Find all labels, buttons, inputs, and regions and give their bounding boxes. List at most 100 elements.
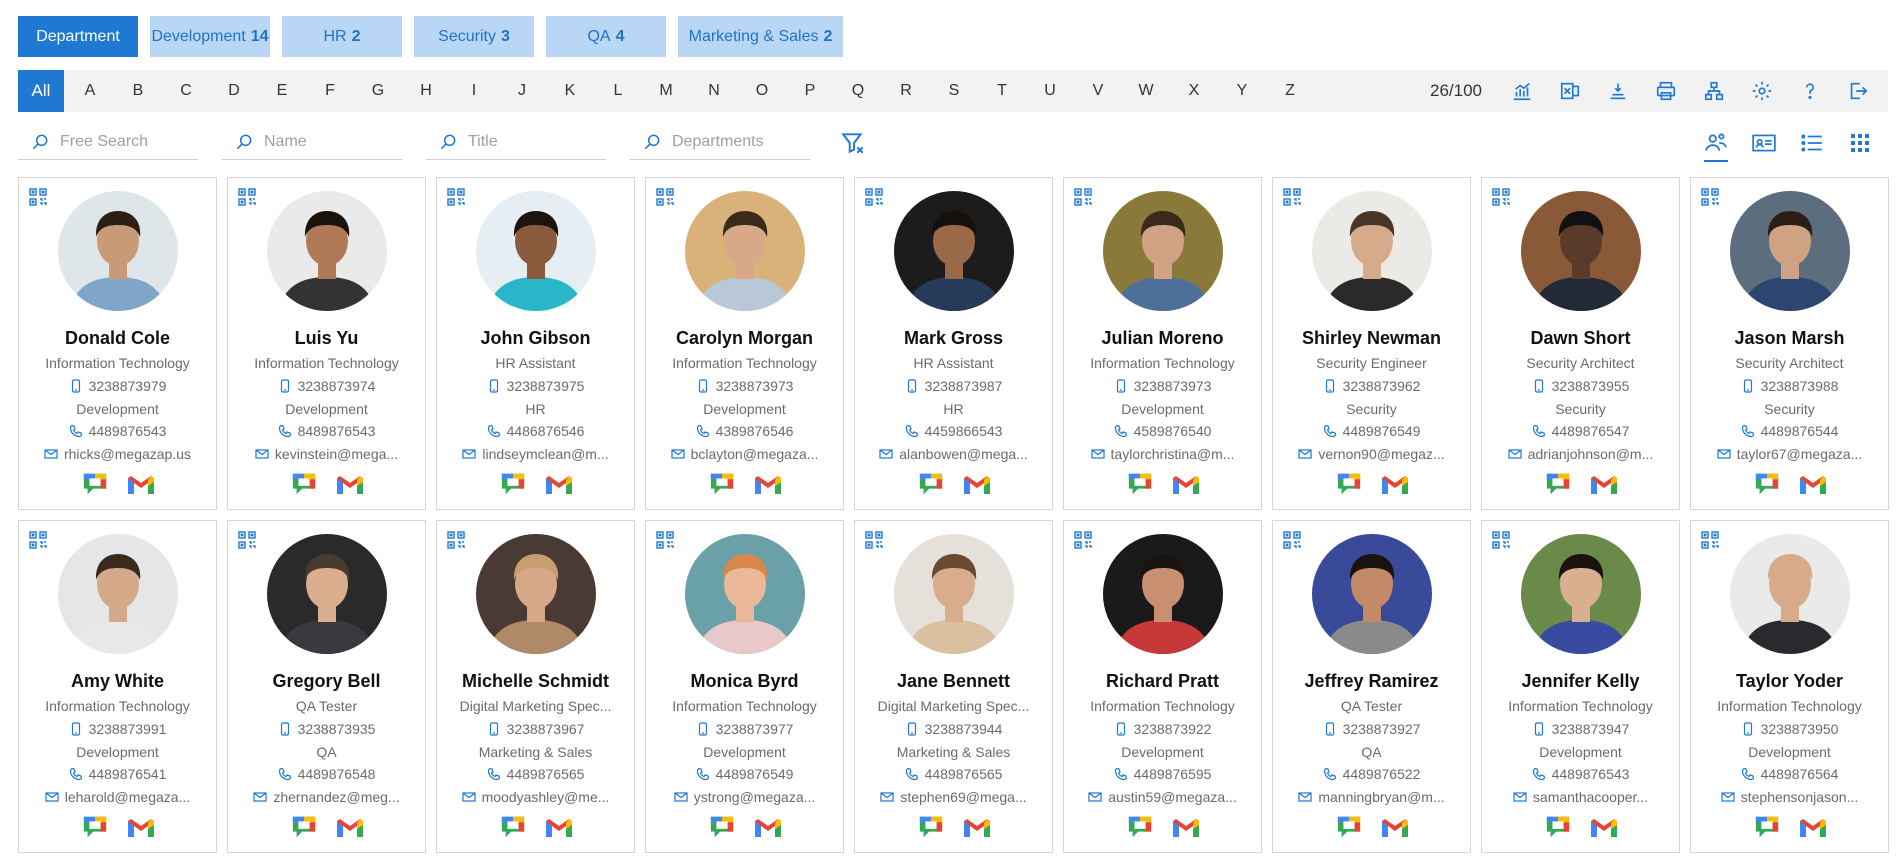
employee-phone-row[interactable]: 4489876595: [1064, 766, 1261, 782]
employee-email-row[interactable]: samanthacooper...: [1482, 789, 1679, 805]
alphabet-letter-i[interactable]: I: [450, 82, 498, 100]
employee-phone-row[interactable]: 4489876543: [19, 423, 216, 439]
free-search-input[interactable]: [58, 132, 192, 152]
google-chat-icon[interactable]: [498, 471, 528, 497]
alphabet-letter-z[interactable]: Z: [1266, 82, 1314, 100]
employee-card[interactable]: Monica Byrd Information Technology 32388…: [645, 520, 844, 853]
employee-mobile-row[interactable]: 3238873988: [1691, 378, 1888, 394]
qr-code-icon[interactable]: [29, 188, 47, 206]
gmail-icon[interactable]: [126, 471, 156, 497]
employee-email-row[interactable]: lindseymclean@m...: [437, 446, 634, 462]
employee-name[interactable]: Michelle Schmidt: [437, 671, 634, 692]
alphabet-letter-y[interactable]: Y: [1218, 82, 1266, 100]
print-icon[interactable]: [1642, 70, 1690, 112]
excel-export-icon[interactable]: [1546, 70, 1594, 112]
sort-icon[interactable]: [1594, 70, 1642, 112]
employee-email-row[interactable]: alanbowen@mega...: [855, 446, 1052, 462]
google-chat-icon[interactable]: [1543, 471, 1573, 497]
alphabet-letter-d[interactable]: D: [210, 82, 258, 100]
google-chat-icon[interactable]: [707, 814, 737, 840]
employee-name[interactable]: John Gibson: [437, 328, 634, 349]
employee-email-row[interactable]: zhernandez@meg...: [228, 789, 425, 805]
alphabet-letter-k[interactable]: K: [546, 82, 594, 100]
employee-card[interactable]: Jeffrey Ramirez QA Tester 3238873927 QA …: [1272, 520, 1471, 853]
google-chat-icon[interactable]: [289, 814, 319, 840]
employee-email-row[interactable]: bclayton@megaza...: [646, 446, 843, 462]
employee-name[interactable]: Dawn Short: [1482, 328, 1679, 349]
employee-email-row[interactable]: stephensonjason...: [1691, 789, 1888, 805]
alphabet-letter-m[interactable]: M: [642, 82, 690, 100]
gmail-icon[interactable]: [1589, 814, 1619, 840]
alphabet-letter-l[interactable]: L: [594, 82, 642, 100]
employee-mobile-row[interactable]: 3238873950: [1691, 721, 1888, 737]
google-chat-icon[interactable]: [1334, 814, 1364, 840]
employee-email-row[interactable]: stephen69@mega...: [855, 789, 1052, 805]
employee-mobile-row[interactable]: 3238873973: [646, 378, 843, 394]
department-chip-all[interactable]: Department: [18, 16, 138, 57]
qr-code-icon[interactable]: [1283, 531, 1301, 549]
department-chip-marketing-sales[interactable]: Marketing & Sales 2: [678, 16, 843, 57]
employee-phone-row[interactable]: 4489876564: [1691, 766, 1888, 782]
employee-phone-row[interactable]: 4489876548: [228, 766, 425, 782]
alphabet-letter-n[interactable]: N: [690, 82, 738, 100]
department-chip-qa[interactable]: QA 4: [546, 16, 666, 57]
employee-card[interactable]: Donald Cole Information Technology 32388…: [18, 177, 217, 510]
alphabet-letter-t[interactable]: T: [978, 82, 1026, 100]
employee-card[interactable]: John Gibson HR Assistant 3238873975 HR 4…: [436, 177, 635, 510]
employee-card[interactable]: Jason Marsh Security Architect 323887398…: [1690, 177, 1889, 510]
google-chat-icon[interactable]: [498, 814, 528, 840]
employee-mobile-row[interactable]: 3238873935: [228, 721, 425, 737]
employee-name[interactable]: Donald Cole: [19, 328, 216, 349]
alphabet-letter-x[interactable]: X: [1170, 82, 1218, 100]
department-chip-development[interactable]: Development 14: [150, 16, 270, 57]
employee-name[interactable]: Monica Byrd: [646, 671, 843, 692]
contact-card-view-icon[interactable]: [1740, 124, 1788, 162]
alphabet-letter-q[interactable]: Q: [834, 82, 882, 100]
chart-icon[interactable]: [1498, 70, 1546, 112]
gmail-icon[interactable]: [335, 471, 365, 497]
gmail-icon[interactable]: [1380, 814, 1410, 840]
employee-name[interactable]: Luis Yu: [228, 328, 425, 349]
employee-email-row[interactable]: taylorchristina@m...: [1064, 446, 1261, 462]
employee-mobile-row[interactable]: 3238873979: [19, 378, 216, 394]
gmail-icon[interactable]: [1380, 471, 1410, 497]
employee-mobile-row[interactable]: 3238873962: [1273, 378, 1470, 394]
card-view-icon[interactable]: [1692, 124, 1740, 162]
employee-card[interactable]: Richard Pratt Information Technology 323…: [1063, 520, 1262, 853]
google-chat-icon[interactable]: [916, 471, 946, 497]
employee-mobile-row[interactable]: 3238873987: [855, 378, 1052, 394]
employee-card[interactable]: Taylor Yoder Information Technology 3238…: [1690, 520, 1889, 853]
employee-mobile-row[interactable]: 3238873955: [1482, 378, 1679, 394]
employee-name[interactable]: Mark Gross: [855, 328, 1052, 349]
employee-card[interactable]: Luis Yu Information Technology 323887397…: [227, 177, 426, 510]
title-search-input[interactable]: [466, 132, 600, 152]
employee-name[interactable]: Jennifer Kelly: [1482, 671, 1679, 692]
employee-card[interactable]: Michelle Schmidt Digital Marketing Spec.…: [436, 520, 635, 853]
employee-card[interactable]: Carolyn Morgan Information Technology 32…: [645, 177, 844, 510]
qr-code-icon[interactable]: [865, 531, 883, 549]
employee-mobile-row[interactable]: 3238873922: [1064, 721, 1261, 737]
alphabet-letter-p[interactable]: P: [786, 82, 834, 100]
departments-search-input[interactable]: [670, 132, 804, 152]
qr-code-icon[interactable]: [29, 531, 47, 549]
employee-phone-row[interactable]: 4389876546: [646, 423, 843, 439]
employee-phone-row[interactable]: 4489876544: [1691, 423, 1888, 439]
qr-code-icon[interactable]: [238, 531, 256, 549]
employee-phone-row[interactable]: 4489876543: [1482, 766, 1679, 782]
alphabet-letter-c[interactable]: C: [162, 82, 210, 100]
logout-icon[interactable]: [1834, 70, 1882, 112]
employee-name[interactable]: Gregory Bell: [228, 671, 425, 692]
qr-code-icon[interactable]: [656, 531, 674, 549]
employee-name[interactable]: Carolyn Morgan: [646, 328, 843, 349]
alphabet-letter-w[interactable]: W: [1122, 82, 1170, 100]
employee-phone-row[interactable]: 8489876543: [228, 423, 425, 439]
google-chat-icon[interactable]: [1752, 471, 1782, 497]
gmail-icon[interactable]: [1798, 471, 1828, 497]
clear-filter-icon[interactable]: [836, 126, 870, 160]
qr-code-icon[interactable]: [1492, 531, 1510, 549]
employee-mobile-row[interactable]: 3238873991: [19, 721, 216, 737]
grid-view-icon[interactable]: [1836, 124, 1884, 162]
settings-icon[interactable]: [1738, 70, 1786, 112]
gmail-icon[interactable]: [962, 814, 992, 840]
employee-card[interactable]: Jane Bennett Digital Marketing Spec... 3…: [854, 520, 1053, 853]
